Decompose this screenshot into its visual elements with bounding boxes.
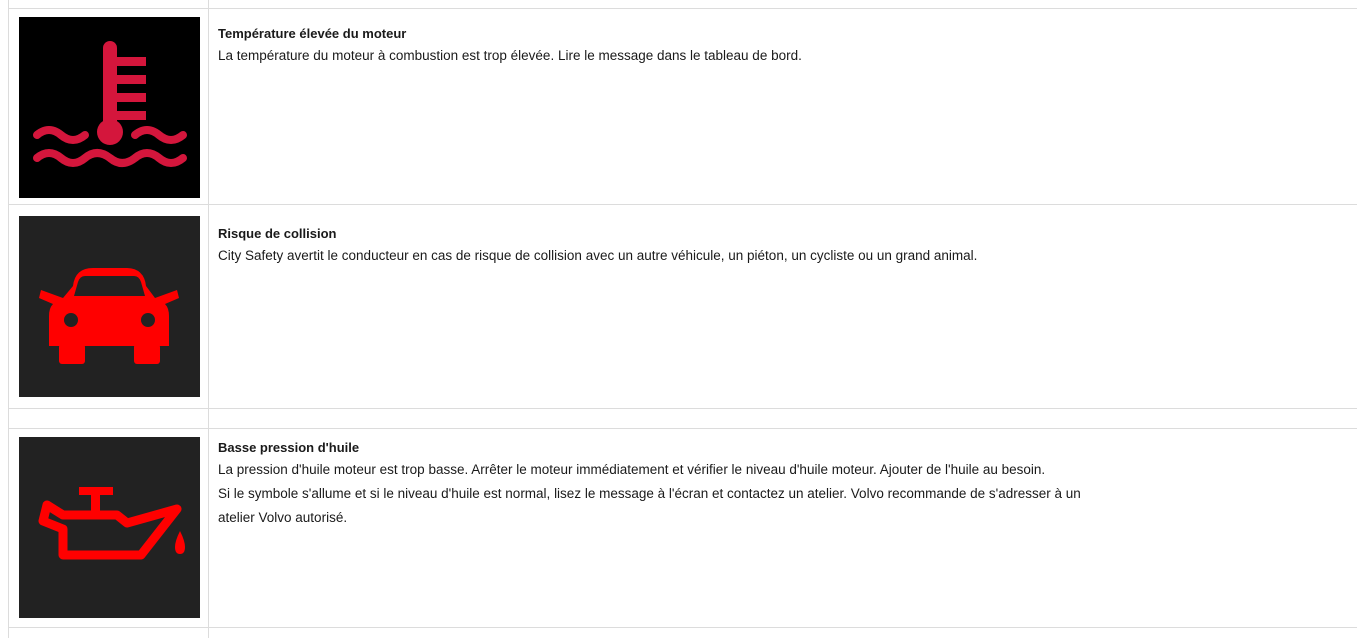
table-row: Basse pression d'huile La pression d'hui… <box>218 438 1348 530</box>
warning-description: Si le symbole s'allume et si le niveau d… <box>218 486 1081 501</box>
table-border-left <box>8 0 9 638</box>
warning-title: Basse pression d'huile <box>218 440 360 455</box>
table-row-divider <box>8 408 1357 409</box>
warning-description: City Safety avertit le conducteur en cas… <box>218 248 978 263</box>
table-row: Température élevée du moteur La températ… <box>218 24 1348 68</box>
engine-temperature-icon <box>19 17 200 198</box>
warning-description: atelier Volvo autorisé. <box>218 510 348 525</box>
warning-description: La température du moteur à combustion es… <box>218 48 802 63</box>
table-row-divider <box>8 627 1357 628</box>
warning-title: Risque de collision <box>218 226 337 241</box>
table-row-divider <box>8 428 1357 429</box>
warning-title: Température élevée du moteur <box>218 26 407 41</box>
collision-warning-car-icon <box>19 216 200 397</box>
oil-pressure-icon <box>19 437 200 618</box>
table-row: Risque de collision City Safety avertit … <box>218 224 1348 268</box>
table-column-divider <box>208 0 209 638</box>
table-row-divider <box>8 204 1357 205</box>
warning-description: La pression d'huile moteur est trop bass… <box>218 462 1046 477</box>
table-row-divider <box>8 8 1357 9</box>
